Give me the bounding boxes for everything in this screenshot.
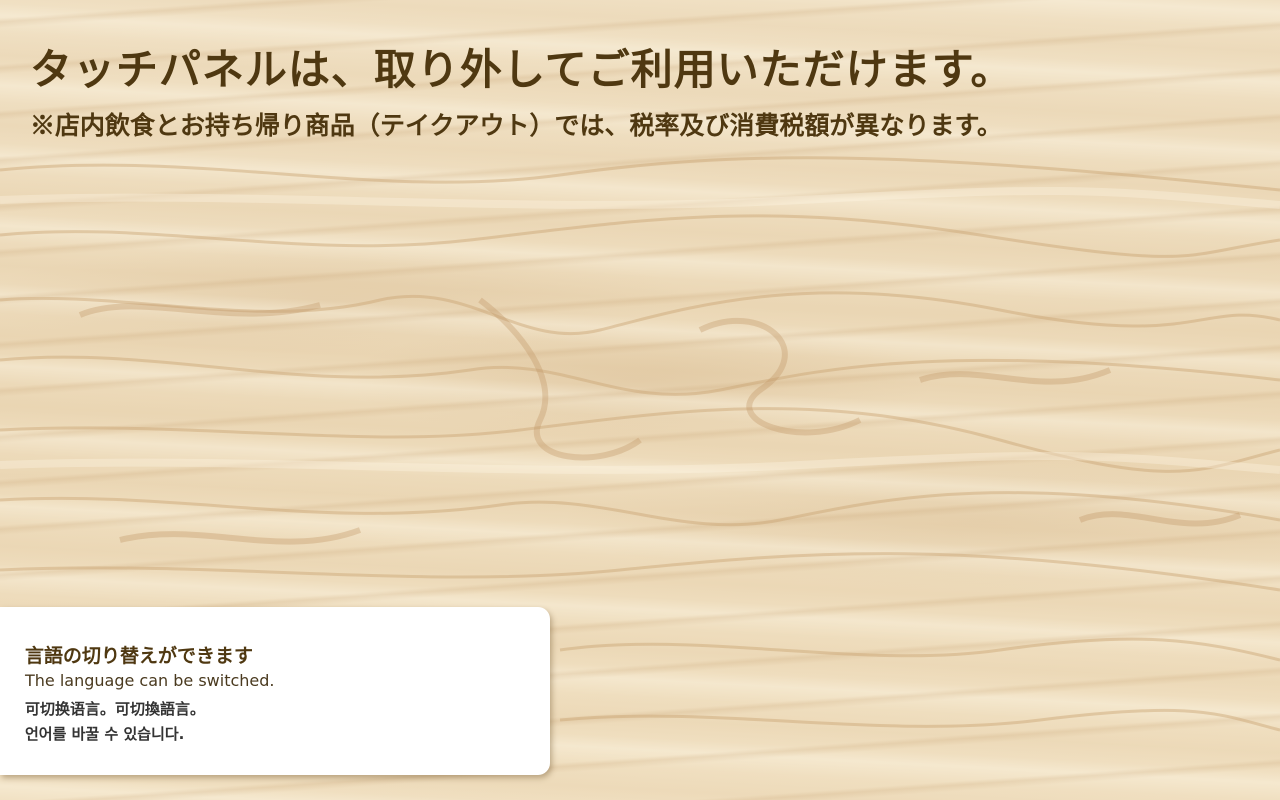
language-switch-button[interactable] — [0, 607, 550, 775]
tax-rate-note: ※店内飲食とお持ち帰り商品（テイクアウト）では、税率及び消費税額が異なります。 — [30, 111, 1003, 140]
touch-panel-notice-headline: タッチパネルは、取り外してご利用いただけます。 — [30, 45, 1014, 94]
language-switch-label-korean: 언어를 바꿀 수 있습니다. — [25, 725, 185, 743]
language-switch-label-english: The language can be switched. — [25, 671, 275, 690]
language-switch-label-japanese: 言語の切り替えができます — [25, 645, 254, 667]
language-switch-label-chinese: 可切换语言。可切換語言。 — [25, 700, 206, 718]
